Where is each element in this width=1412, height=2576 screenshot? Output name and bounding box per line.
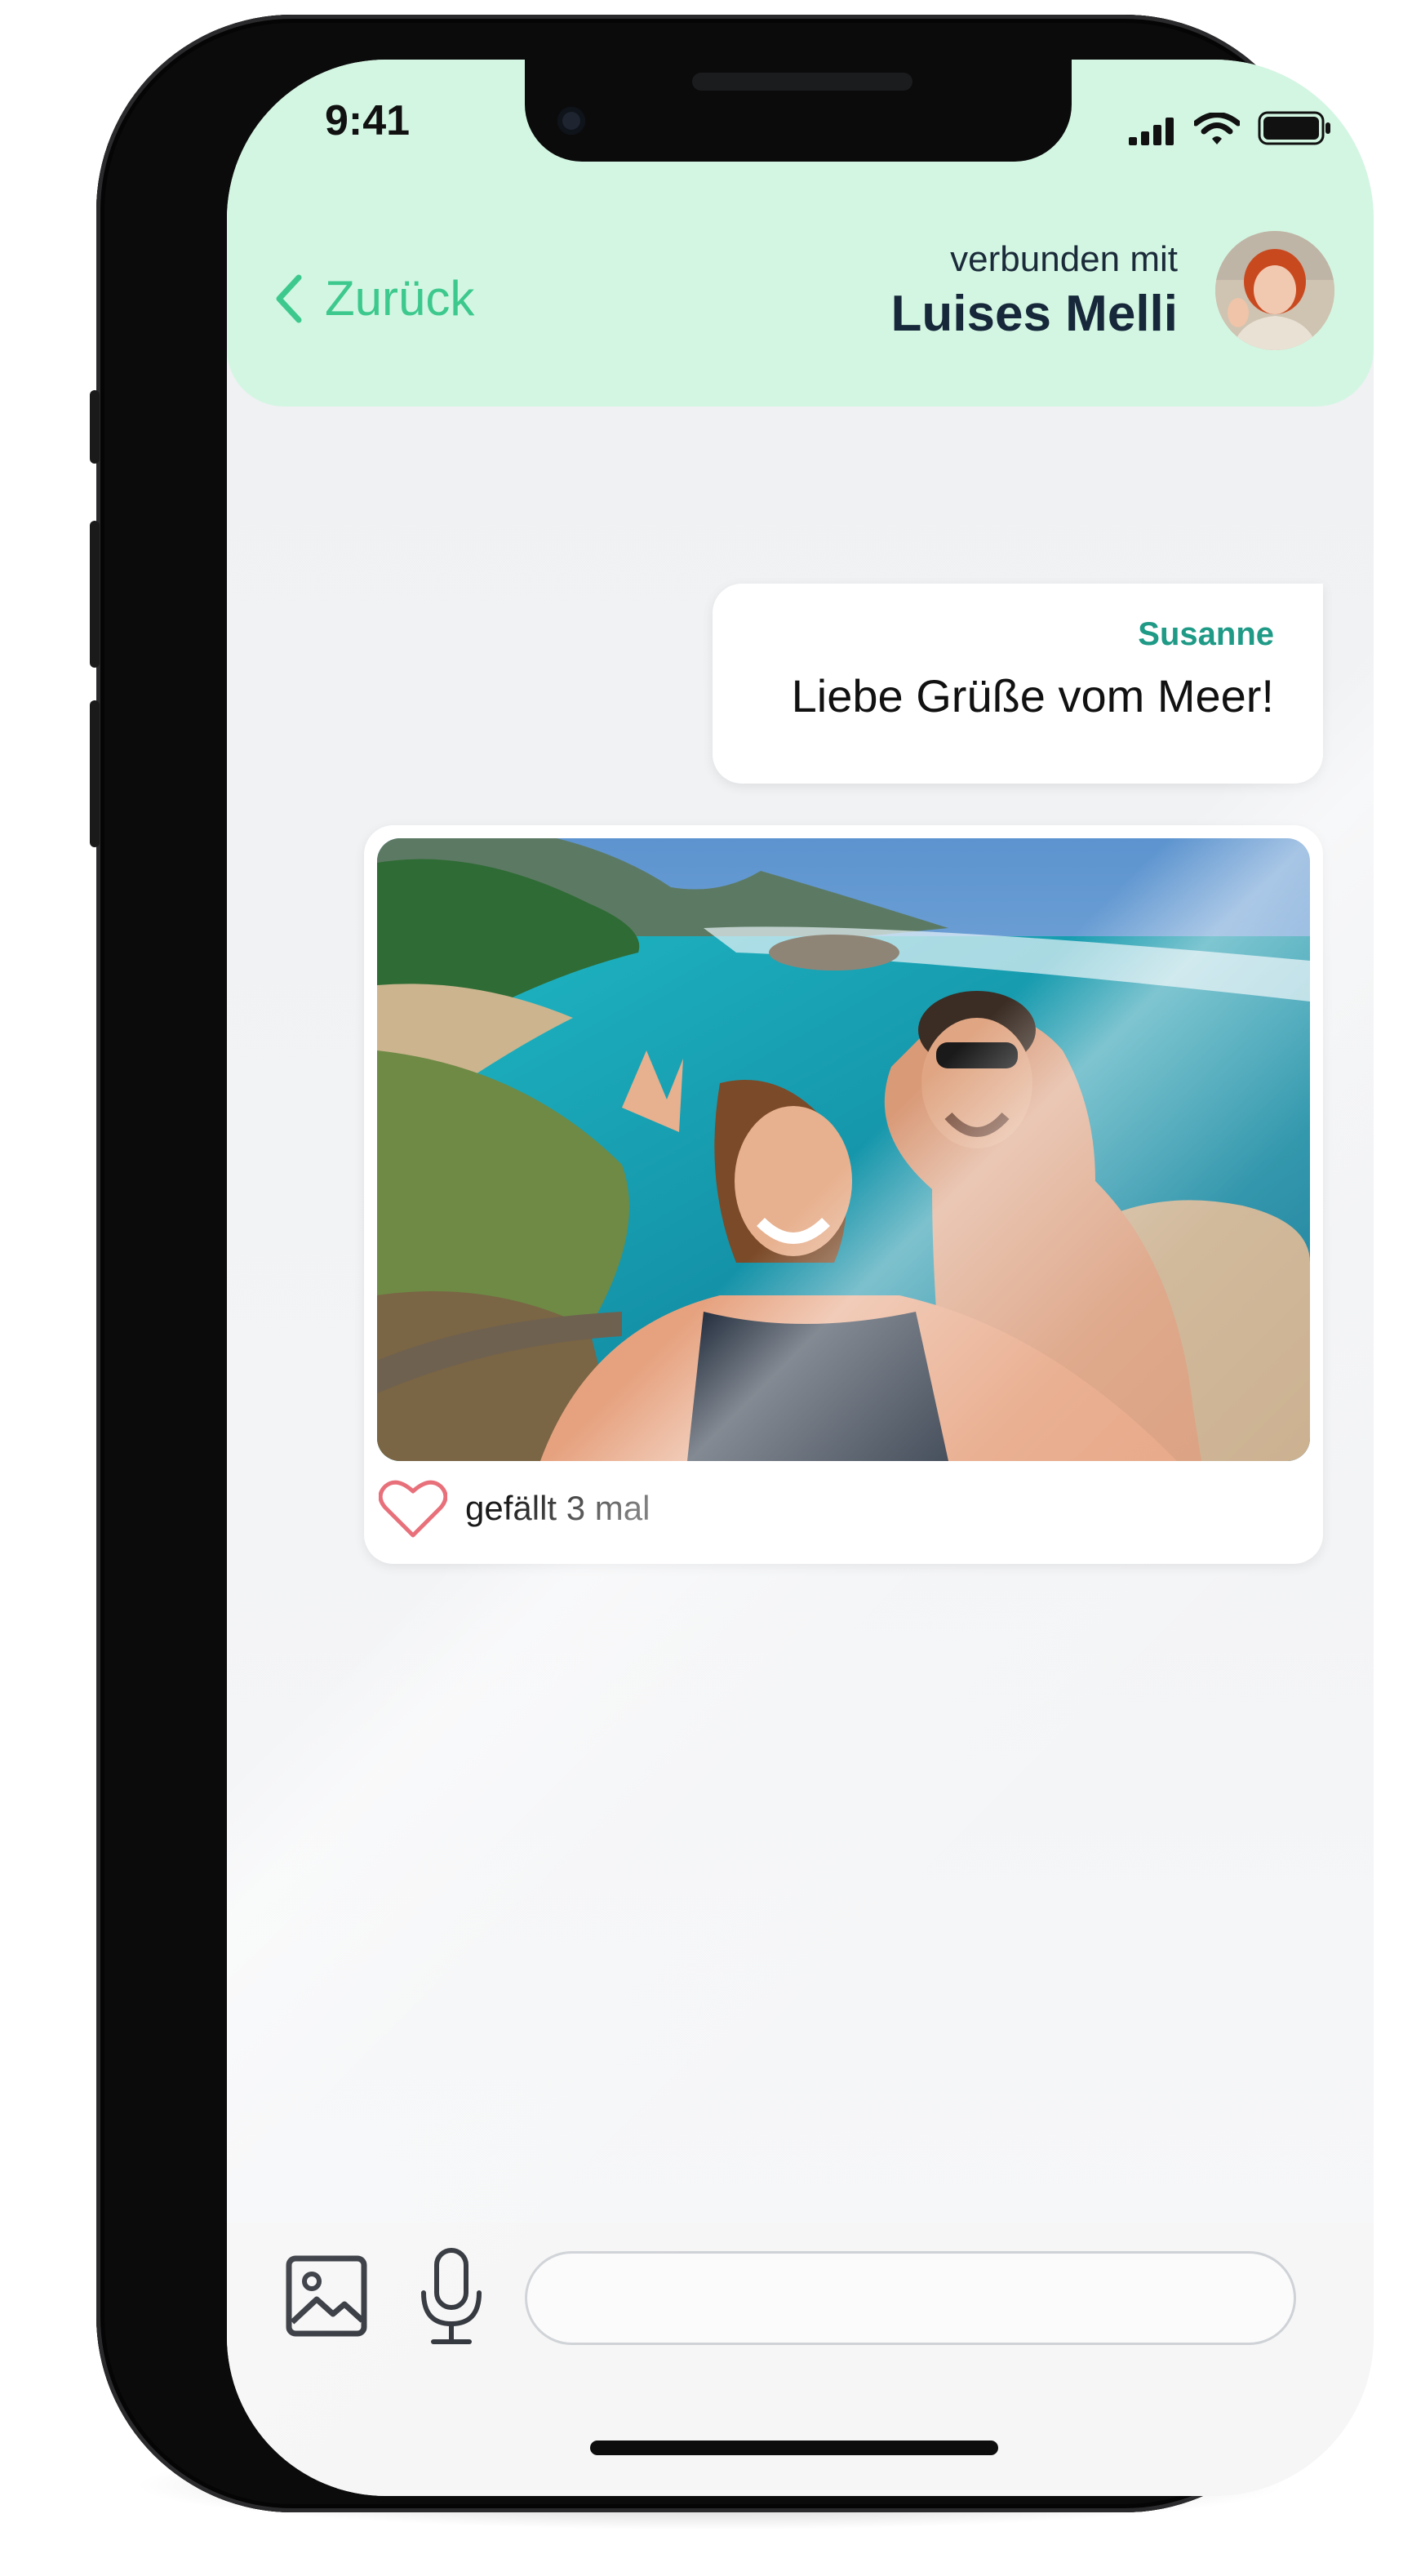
front-camera — [557, 107, 585, 135]
side-button-volume-down — [90, 700, 100, 847]
microphone-icon — [421, 2248, 482, 2344]
contact-avatar[interactable] — [1215, 231, 1334, 350]
signal-icon — [1129, 118, 1174, 145]
connection-info: verbunden mit Luises Melli — [891, 239, 1178, 343]
message-text: Liebe Grüße vom Meer! — [791, 670, 1274, 722]
voice-message-button[interactable] — [419, 2247, 484, 2350]
attach-image-button[interactable] — [286, 2255, 367, 2340]
beach-selfie-photo[interactable] — [377, 838, 1310, 1461]
device-notch — [525, 60, 1072, 162]
earpiece — [692, 73, 912, 91]
side-button-mute — [90, 390, 100, 464]
chat-header: 9:41 Zurück verbunden mit Luises Melli — [227, 60, 1374, 406]
wifi-icon — [1194, 113, 1240, 144]
chevron-left-icon — [276, 274, 302, 322]
heart-icon[interactable] — [379, 1478, 447, 1539]
phone-frame: 9:41 Zurück verbunden mit Luises Melli S… — [90, 15, 1374, 2512]
status-time: 9:41 — [325, 97, 411, 144]
image-icon — [286, 2255, 367, 2337]
screen: 9:41 Zurück verbunden mit Luises Melli S… — [227, 60, 1374, 2496]
photo-message[interactable]: gefällt 3 mal — [364, 825, 1323, 1564]
back-button[interactable]: Zurück — [274, 270, 474, 326]
likes-row: gefällt 3 mal — [379, 1478, 650, 1539]
side-button-volume-up — [90, 521, 100, 668]
battery-icon — [1258, 111, 1330, 145]
back-label: Zurück — [325, 271, 475, 326]
contact-name: Luises Melli — [890, 286, 1178, 342]
message-bubble[interactable]: Susanne Liebe Grüße vom Meer! — [713, 584, 1323, 784]
message-sender: Susanne — [1138, 616, 1274, 652]
likes-count-label: gefällt 3 mal — [465, 1489, 650, 1527]
status-icons — [1129, 104, 1333, 145]
message-input[interactable] — [525, 2251, 1296, 2345]
connected-label: verbunden mit — [950, 239, 1178, 279]
home-indicator[interactable] — [590, 2441, 998, 2455]
